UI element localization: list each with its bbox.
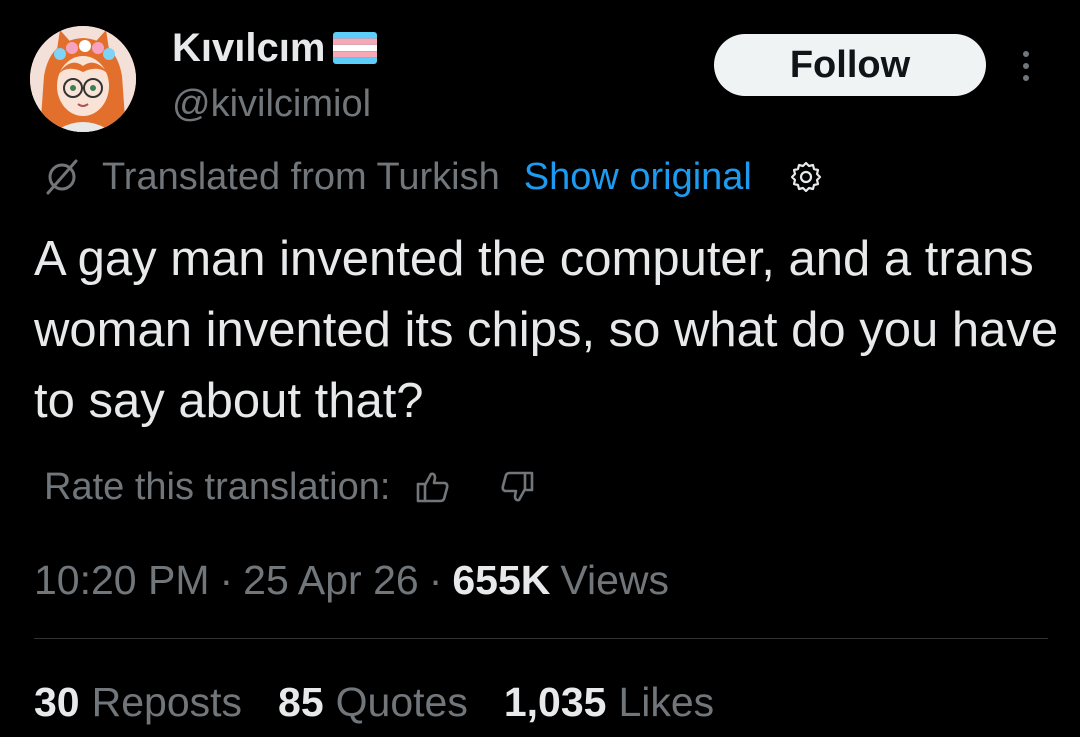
- reposts-label: Reposts: [91, 678, 243, 725]
- more-dot: [1023, 63, 1029, 69]
- tweet-date[interactable]: 25 Apr 26: [243, 557, 419, 604]
- rate-translation-row: Rate this translation:: [44, 462, 536, 512]
- more-options-button[interactable]: [1006, 44, 1046, 88]
- gear-icon[interactable]: [788, 159, 824, 195]
- divider: [34, 638, 1048, 639]
- reposts-count: 30: [34, 678, 80, 725]
- engagement-stats: 30 Reposts 85 Quotes 1,035 Likes: [34, 674, 750, 730]
- show-original-link[interactable]: Show original: [524, 156, 752, 199]
- more-dot: [1023, 51, 1029, 57]
- thumbs-up-icon[interactable]: [414, 468, 452, 506]
- tweet-time[interactable]: 10:20 PM: [34, 557, 210, 604]
- likes-stat[interactable]: 1,035 Likes: [504, 679, 714, 726]
- reposts-stat[interactable]: 30 Reposts: [34, 679, 242, 726]
- views-label[interactable]: Views: [560, 557, 669, 604]
- follow-button[interactable]: Follow: [714, 34, 986, 96]
- more-dot: [1023, 75, 1029, 81]
- quotes-count: 85: [278, 678, 324, 725]
- user-handle[interactable]: @kivilcimiol: [172, 82, 371, 126]
- translated-from-label: Translated from Turkish: [102, 155, 500, 198]
- display-name[interactable]: Kıvılcım: [172, 26, 325, 70]
- quotes-stat[interactable]: 85 Quotes: [278, 679, 468, 726]
- avatar[interactable]: [30, 26, 136, 132]
- meta-separator: ·: [428, 556, 443, 603]
- avatar-image: [30, 26, 136, 132]
- likes-count: 1,035: [503, 678, 607, 725]
- tweet: Kıvılcım @kivilcimiol Follow Translated …: [0, 0, 1080, 737]
- quotes-label: Quotes: [335, 678, 468, 725]
- thumbs-down-icon[interactable]: [498, 468, 536, 506]
- trans-flag-icon: [333, 32, 378, 64]
- translation-bar: Translated from Turkish Show original: [42, 150, 824, 204]
- rate-translation-label: Rate this translation:: [44, 465, 391, 508]
- translate-icon: [46, 159, 78, 195]
- meta-separator: ·: [219, 556, 234, 603]
- display-name-row[interactable]: Kıvılcım: [172, 26, 378, 70]
- tweet-text: A gay man invented the computer, and a t…: [34, 232, 1059, 428]
- tweet-meta: 10:20 PM · 25 Apr 26 · 655K Views: [34, 553, 669, 607]
- likes-label: Likes: [618, 678, 715, 725]
- views-count[interactable]: 655K: [452, 557, 550, 604]
